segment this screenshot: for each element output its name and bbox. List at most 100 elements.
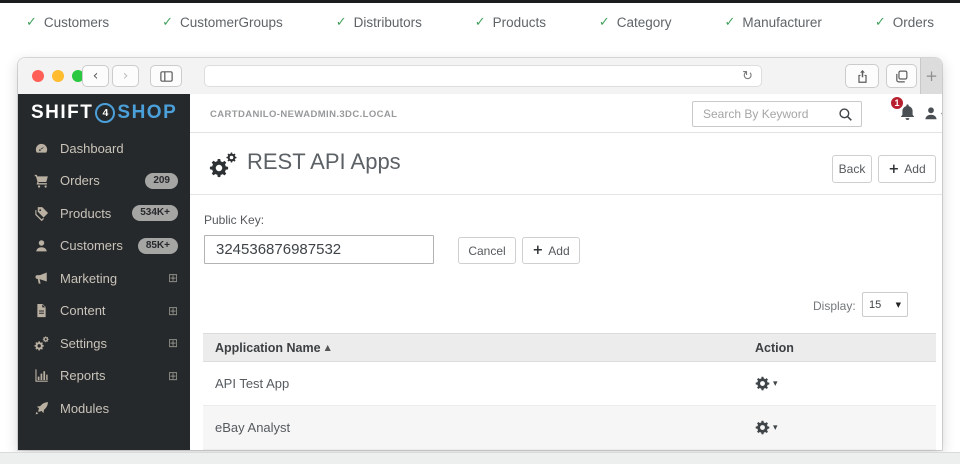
expand-icon[interactable]: ⊞ xyxy=(168,305,178,317)
check-icon: ✓ xyxy=(162,15,173,30)
logo-number-badge: 4 xyxy=(95,103,115,123)
reload-icon[interactable]: ↻ xyxy=(742,70,753,83)
share-icon xyxy=(855,69,870,84)
expand-icon[interactable]: ⊞ xyxy=(168,337,178,349)
application-name-cell: eBay Analyst xyxy=(203,420,755,435)
sidebar: SHIFT 4 SHOP Dashboard Orders 209 Produc… xyxy=(18,94,190,450)
sidebar-item-reports[interactable]: Reports ⊞ xyxy=(18,360,190,393)
browser-back-button[interactable]: ‹ xyxy=(82,65,109,87)
close-window-button[interactable] xyxy=(32,70,44,82)
notifications-button[interactable]: 1 xyxy=(898,103,918,123)
test-status-label: Orders xyxy=(893,15,934,30)
check-icon: ✓ xyxy=(875,15,886,30)
shift4shop-logo[interactable]: SHIFT 4 SHOP xyxy=(18,94,190,132)
sidebar-item-modules[interactable]: Modules xyxy=(18,392,190,425)
test-status-label: Manufacturer xyxy=(742,15,822,30)
test-status-item: ✓ CustomerGroups xyxy=(162,15,283,30)
test-status-bar: ✓ Customers ✓ CustomerGroups ✓ Distribut… xyxy=(0,3,960,41)
table-row: API Test App ▾ xyxy=(203,362,936,406)
gears-icon xyxy=(32,336,50,351)
sidebar-toggle-icon xyxy=(159,69,174,84)
check-icon: ✓ xyxy=(475,15,486,30)
expand-icon[interactable]: ⊞ xyxy=(168,272,178,284)
add-app-button-top[interactable]: +Add xyxy=(878,155,936,183)
apps-table: Application Name ▲ Action API Test App ▾… xyxy=(203,333,936,450)
admin-header: CARTDANILO-NEWADMIN.3DC.LOCAL 1 ▾ xyxy=(190,94,942,133)
notification-count-badge: 1 xyxy=(890,96,904,110)
sidebar-item-content[interactable]: Content ⊞ xyxy=(18,295,190,328)
search-icon[interactable] xyxy=(838,107,853,122)
sidebar-item-label: Customers xyxy=(60,238,128,253)
minimize-window-button[interactable] xyxy=(52,70,64,82)
back-button[interactable]: Back xyxy=(832,155,872,183)
page-title: REST API Apps xyxy=(247,149,401,175)
sidebar-item-settings[interactable]: Settings ⊞ xyxy=(18,327,190,360)
expand-icon[interactable]: ⊞ xyxy=(168,370,178,382)
sidebar-item-label: Products xyxy=(60,206,122,221)
test-status-item: ✓ Category xyxy=(599,15,672,30)
count-badge: 85K+ xyxy=(138,238,178,254)
search-input[interactable] xyxy=(701,106,832,122)
column-application-name[interactable]: Application Name ▲ xyxy=(203,341,755,355)
public-key-input[interactable] xyxy=(204,235,434,264)
cancel-button[interactable]: Cancel xyxy=(458,237,516,264)
new-tab-button[interactable]: + xyxy=(920,58,942,94)
check-icon: ✓ xyxy=(599,15,610,30)
test-status-item: ✓ Manufacturer xyxy=(724,15,821,30)
test-status-item: ✓ Customers xyxy=(26,15,109,30)
browser-forward-button[interactable]: › xyxy=(112,65,139,87)
chevron-down-icon: ▾ xyxy=(941,110,942,121)
chart-icon xyxy=(32,368,50,383)
gear-icon xyxy=(755,420,770,435)
test-status-label: CustomerGroups xyxy=(180,15,283,30)
cart-icon xyxy=(32,173,50,188)
test-status-label: Products xyxy=(493,15,546,30)
window-controls[interactable] xyxy=(32,70,84,82)
table-row: eBay Analyst ▾ xyxy=(203,406,936,450)
check-icon: ✓ xyxy=(26,15,37,30)
row-action-button[interactable]: ▾ xyxy=(755,420,778,435)
screen: ✓ Customers ✓ CustomerGroups ✓ Distribut… xyxy=(0,0,960,464)
public-key-label: Public Key: xyxy=(204,213,264,227)
plus-icon: + xyxy=(532,243,543,258)
count-badge: 209 xyxy=(145,173,178,189)
sidebar-item-label: Modules xyxy=(60,401,178,416)
display-count-select[interactable]: 15 ▼ xyxy=(862,292,908,317)
table-header: Application Name ▲ Action xyxy=(203,333,936,362)
sidebar-item-label: Settings xyxy=(60,336,158,351)
display-label: Display: xyxy=(813,299,856,313)
main-content: CARTDANILO-NEWADMIN.3DC.LOCAL 1 ▾ xyxy=(190,94,942,450)
tab-overview-button[interactable] xyxy=(886,64,917,88)
tags-icon xyxy=(32,206,50,221)
sidebar-item-dashboard[interactable]: Dashboard xyxy=(18,132,190,165)
share-button[interactable] xyxy=(845,64,879,88)
sidebar-item-label: Content xyxy=(60,303,158,318)
display-count-value: 15 xyxy=(869,299,881,311)
keyword-search[interactable] xyxy=(692,101,862,127)
sidebar-item-products[interactable]: Products 534K+ xyxy=(18,197,190,230)
sidebar-item-label: Dashboard xyxy=(60,141,178,156)
browser-window: ‹ › ↻ + SHIFT 4 SHOP Dashboard xyxy=(18,58,942,450)
logo-word1: SHIFT xyxy=(31,102,93,124)
sidebar-item-orders[interactable]: Orders 209 xyxy=(18,165,190,198)
plus-icon: + xyxy=(888,162,899,177)
row-action-button[interactable]: ▾ xyxy=(755,376,778,391)
table-body: API Test App ▾ eBay Analyst ▾ xyxy=(203,362,936,450)
sidebar-toggle-button[interactable] xyxy=(150,65,182,87)
add-key-button[interactable]: +Add xyxy=(522,237,580,264)
check-icon: ✓ xyxy=(724,15,735,30)
chevron-down-icon: ▼ xyxy=(896,301,901,309)
sidebar-nav: Dashboard Orders 209 Products 534K+ Cust… xyxy=(18,132,190,425)
rocket-icon xyxy=(32,401,50,416)
column-action: Action xyxy=(755,341,794,355)
test-status-item: ✓ Distributors xyxy=(336,15,422,30)
megaphone-icon xyxy=(32,271,50,286)
sidebar-item-customers[interactable]: Customers 85K+ xyxy=(18,230,190,263)
dashboard-icon xyxy=(32,141,50,156)
user-icon xyxy=(923,105,939,121)
url-bar[interactable]: ↻ xyxy=(204,65,762,87)
file-icon xyxy=(32,303,50,318)
user-icon xyxy=(32,238,50,253)
sidebar-item-marketing[interactable]: Marketing ⊞ xyxy=(18,262,190,295)
user-menu-button[interactable]: ▾ xyxy=(923,105,942,121)
